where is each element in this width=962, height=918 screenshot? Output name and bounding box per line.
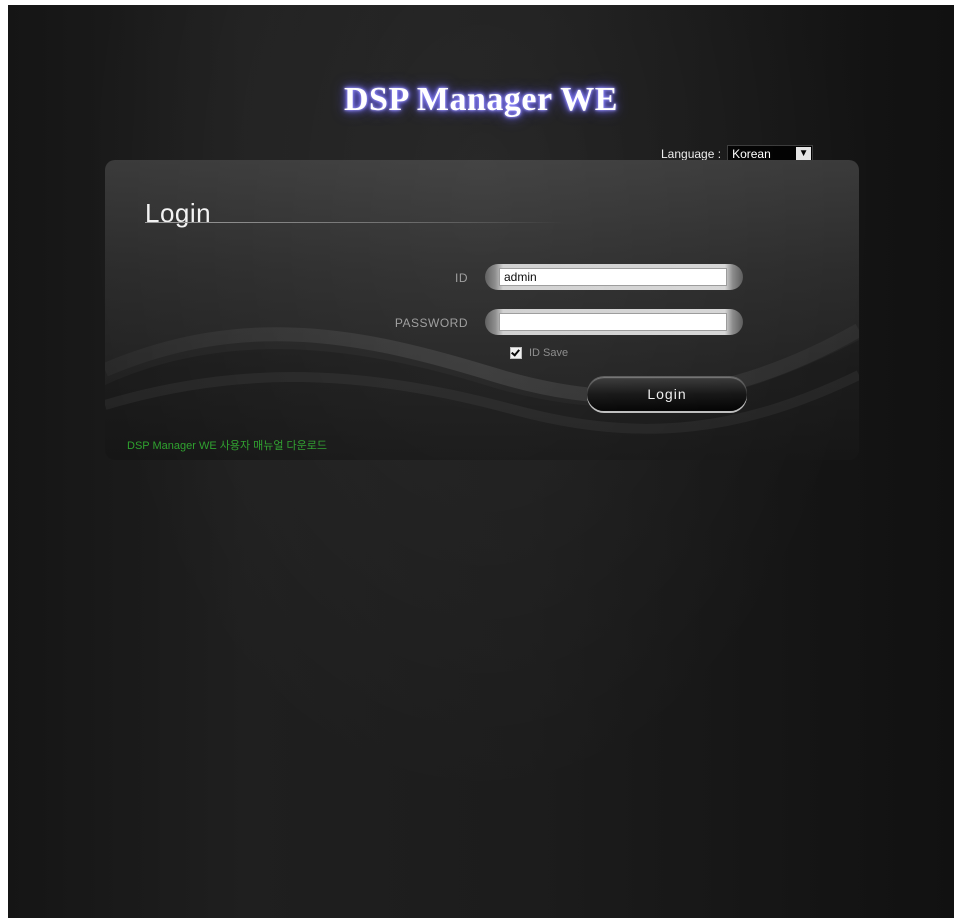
id-save-label: ID Save (529, 347, 569, 359)
id-save-checkbox[interactable] (510, 347, 522, 359)
manual-download-link[interactable]: DSP Manager WE 사용자 매뉴얼 다운로드 (127, 437, 327, 453)
decorative-wave (105, 323, 859, 460)
chevron-down-icon[interactable]: ▼ (796, 147, 812, 161)
login-panel: Login ID PASSWORD ID Save Login DSP Mana… (105, 160, 859, 460)
password-field-frame (485, 309, 743, 335)
app-title: DSP Manager WE (344, 81, 618, 118)
id-input[interactable] (499, 268, 727, 286)
login-button[interactable]: Login (587, 377, 747, 411)
id-field-frame (485, 264, 743, 290)
language-label: Language : (661, 147, 722, 161)
id-save-option[interactable]: ID Save (510, 347, 568, 359)
app-window: DSP Manager WE Language : Korean ▼ Login… (8, 5, 954, 918)
login-heading: Login (145, 198, 212, 228)
heading-divider (145, 222, 565, 223)
password-label: PASSWORD (394, 316, 468, 330)
password-input[interactable] (499, 313, 727, 331)
id-label: ID (455, 271, 468, 285)
